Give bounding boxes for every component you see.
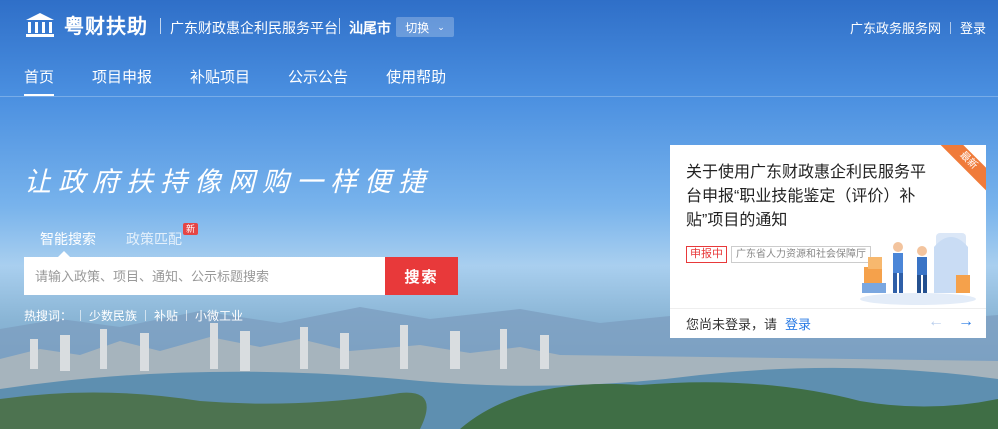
chevron-down-icon: ⌄ xyxy=(437,21,445,32)
latest-ribbon: 最新 xyxy=(934,145,986,195)
search-button[interactable]: 搜索 xyxy=(385,257,458,295)
nav-item-home[interactable]: 首页 xyxy=(24,66,55,96)
status-badge: 申报中 xyxy=(686,246,727,263)
nav-item-subsidy[interactable]: 补贴项目 xyxy=(190,66,250,87)
tab-policy-match[interactable]: 政策匹配 新 xyxy=(126,223,198,249)
divider xyxy=(339,18,340,34)
tab-label: 政策匹配 xyxy=(126,231,182,247)
top-bar: 粤财扶助 广东财政惠企利民服务平台 汕尾市 切换 ⌄ 广东政务服务网 登录 xyxy=(0,0,998,52)
login-prompt: 您尚未登录，请 xyxy=(686,317,778,332)
city-switch-button[interactable]: 切换 ⌄ xyxy=(396,17,454,37)
notice-card: 最新 关于使用广东财政惠企利民服务平台申报“职业技能鉴定（评价）补贴”项目的通知… xyxy=(670,145,986,338)
nav-item-help[interactable]: 使用帮助 xyxy=(386,66,446,87)
search-tabs: 智能搜索 政策匹配 新 xyxy=(40,223,198,249)
new-badge: 新 xyxy=(182,223,198,235)
tab-smart-search[interactable]: 智能搜索 xyxy=(40,229,96,249)
main-nav: 首页 项目申报 补贴项目 公示公告 使用帮助 xyxy=(24,66,446,96)
hot-keyword[interactable]: 少数民族 xyxy=(89,307,137,324)
nav-item-announcement[interactable]: 公示公告 xyxy=(288,66,348,87)
arrow-right-icon[interactable]: → xyxy=(958,313,974,331)
notice-title[interactable]: 关于使用广东财政惠企利民服务平台申报“职业技能鉴定（评价）补贴”项目的通知 xyxy=(686,161,926,233)
divider xyxy=(949,21,951,34)
arrow-left-icon[interactable]: ← xyxy=(928,313,944,331)
current-city: 汕尾市 xyxy=(349,20,391,36)
department-tag: 广东省人力资源和社会保障厅 xyxy=(731,246,871,263)
brand-name: 粤财扶助 xyxy=(64,16,148,38)
card-login-link[interactable]: 登录 xyxy=(785,314,811,333)
switch-label: 切换 xyxy=(405,20,430,35)
platform-name: 广东财政惠企利民服务平台 xyxy=(170,20,338,36)
carousel-controls: ← → xyxy=(928,313,974,331)
hero-slogan: 让政府扶持像网购一样便捷 xyxy=(24,167,432,198)
hot-keyword[interactable]: 补贴 xyxy=(154,307,178,324)
workers-illustration xyxy=(860,233,976,305)
hot-label: 热搜词： xyxy=(24,309,73,323)
hot-keywords: 热搜词： 少数民族 补贴 小微工业 xyxy=(24,307,243,324)
bank-building-icon xyxy=(26,12,54,37)
search-input[interactable] xyxy=(24,257,385,295)
divider xyxy=(80,310,82,321)
tab-label: 智能搜索 xyxy=(40,231,96,247)
divider xyxy=(186,310,188,321)
site-logo[interactable]: 粤财扶助 xyxy=(24,10,148,39)
login-link[interactable]: 登录 xyxy=(960,18,986,37)
hot-keyword[interactable]: 小微工业 xyxy=(195,307,243,324)
nav-item-project-apply[interactable]: 项目申报 xyxy=(92,66,152,87)
notice-footer: 您尚未登录，请 登录 ← → xyxy=(670,308,986,338)
gov-service-link[interactable]: 广东政务服务网 xyxy=(850,18,941,37)
divider xyxy=(145,310,147,321)
nav-divider xyxy=(0,96,998,97)
top-links: 广东政务服务网 登录 xyxy=(850,18,986,37)
divider xyxy=(160,18,161,34)
